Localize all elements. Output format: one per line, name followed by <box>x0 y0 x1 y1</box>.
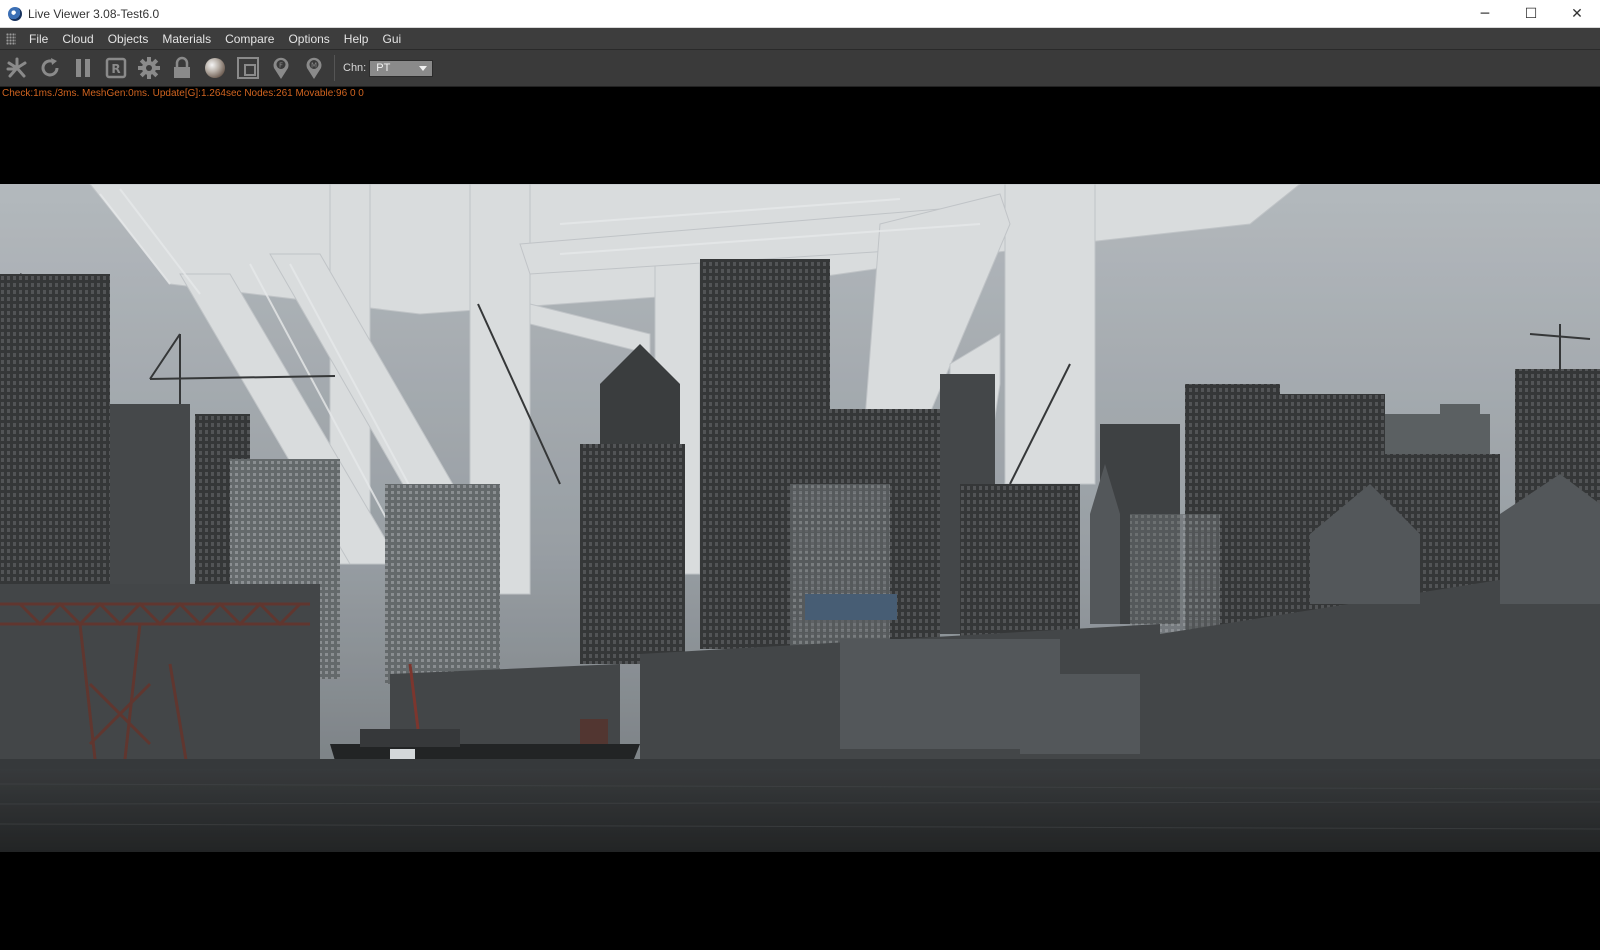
pin-f-icon: F <box>273 57 289 79</box>
chevron-down-icon <box>419 65 428 71</box>
minimize-button[interactable]: ─ <box>1462 0 1508 27</box>
window-controls: ─ ☐ ✕ <box>1462 0 1600 27</box>
pin-m-icon: M <box>306 57 322 79</box>
menu-grip-icon[interactable] <box>6 32 16 45</box>
settings-button[interactable] <box>133 52 165 84</box>
pause-icon <box>76 59 90 77</box>
region-render-button[interactable] <box>232 52 264 84</box>
title-bar: Live Viewer 3.08-Test6.0 ─ ☐ ✕ <box>0 0 1600 28</box>
menu-file[interactable]: File <box>22 28 55 50</box>
pause-button[interactable] <box>67 52 99 84</box>
window-title: Live Viewer 3.08-Test6.0 <box>28 6 160 21</box>
focus-pick-button[interactable]: F <box>265 52 297 84</box>
region-icon <box>237 57 259 79</box>
render-viewport[interactable] <box>0 184 1600 852</box>
menu-bar: File Cloud Objects Materials Compare Opt… <box>0 28 1600 50</box>
render-status-text: Check:1ms./3ms. MeshGen:0ms. Update[G]:1… <box>2 88 364 99</box>
toolbar-separator <box>334 55 335 81</box>
menu-materials[interactable]: Materials <box>155 28 218 50</box>
maximize-button[interactable]: ☐ <box>1508 0 1554 27</box>
pin-m-label: M <box>311 62 317 70</box>
material-sphere-icon <box>205 58 225 78</box>
menu-help[interactable]: Help <box>337 28 376 50</box>
menu-objects[interactable]: Objects <box>101 28 156 50</box>
material-preview-button[interactable] <box>199 52 231 84</box>
lock-button[interactable] <box>166 52 198 84</box>
render-r-label: R <box>111 62 120 76</box>
scene-tree-icon <box>6 57 27 78</box>
lock-icon <box>174 56 190 78</box>
rendered-city-scene <box>0 184 1600 852</box>
pin-f-label: F <box>279 62 283 70</box>
channel-select-value: PT <box>376 62 391 74</box>
toolbar: R F M Chn: PT <box>0 50 1600 87</box>
material-pick-button[interactable]: M <box>298 52 330 84</box>
refresh-icon <box>41 58 59 77</box>
channel-label: Chn: <box>343 62 367 74</box>
scene-tree-button[interactable] <box>1 52 33 84</box>
refresh-button[interactable] <box>34 52 66 84</box>
render-button[interactable]: R <box>100 52 132 84</box>
render-r-icon: R <box>105 57 127 79</box>
menu-gui[interactable]: Gui <box>375 28 408 50</box>
channel-select[interactable]: PT <box>369 59 434 77</box>
menu-cloud[interactable]: Cloud <box>55 28 100 50</box>
app-logo-icon <box>8 6 22 21</box>
menu-options[interactable]: Options <box>281 28 336 50</box>
menu-compare[interactable]: Compare <box>218 28 281 50</box>
settings-gear-icon <box>138 57 160 79</box>
close-button[interactable]: ✕ <box>1554 0 1600 27</box>
